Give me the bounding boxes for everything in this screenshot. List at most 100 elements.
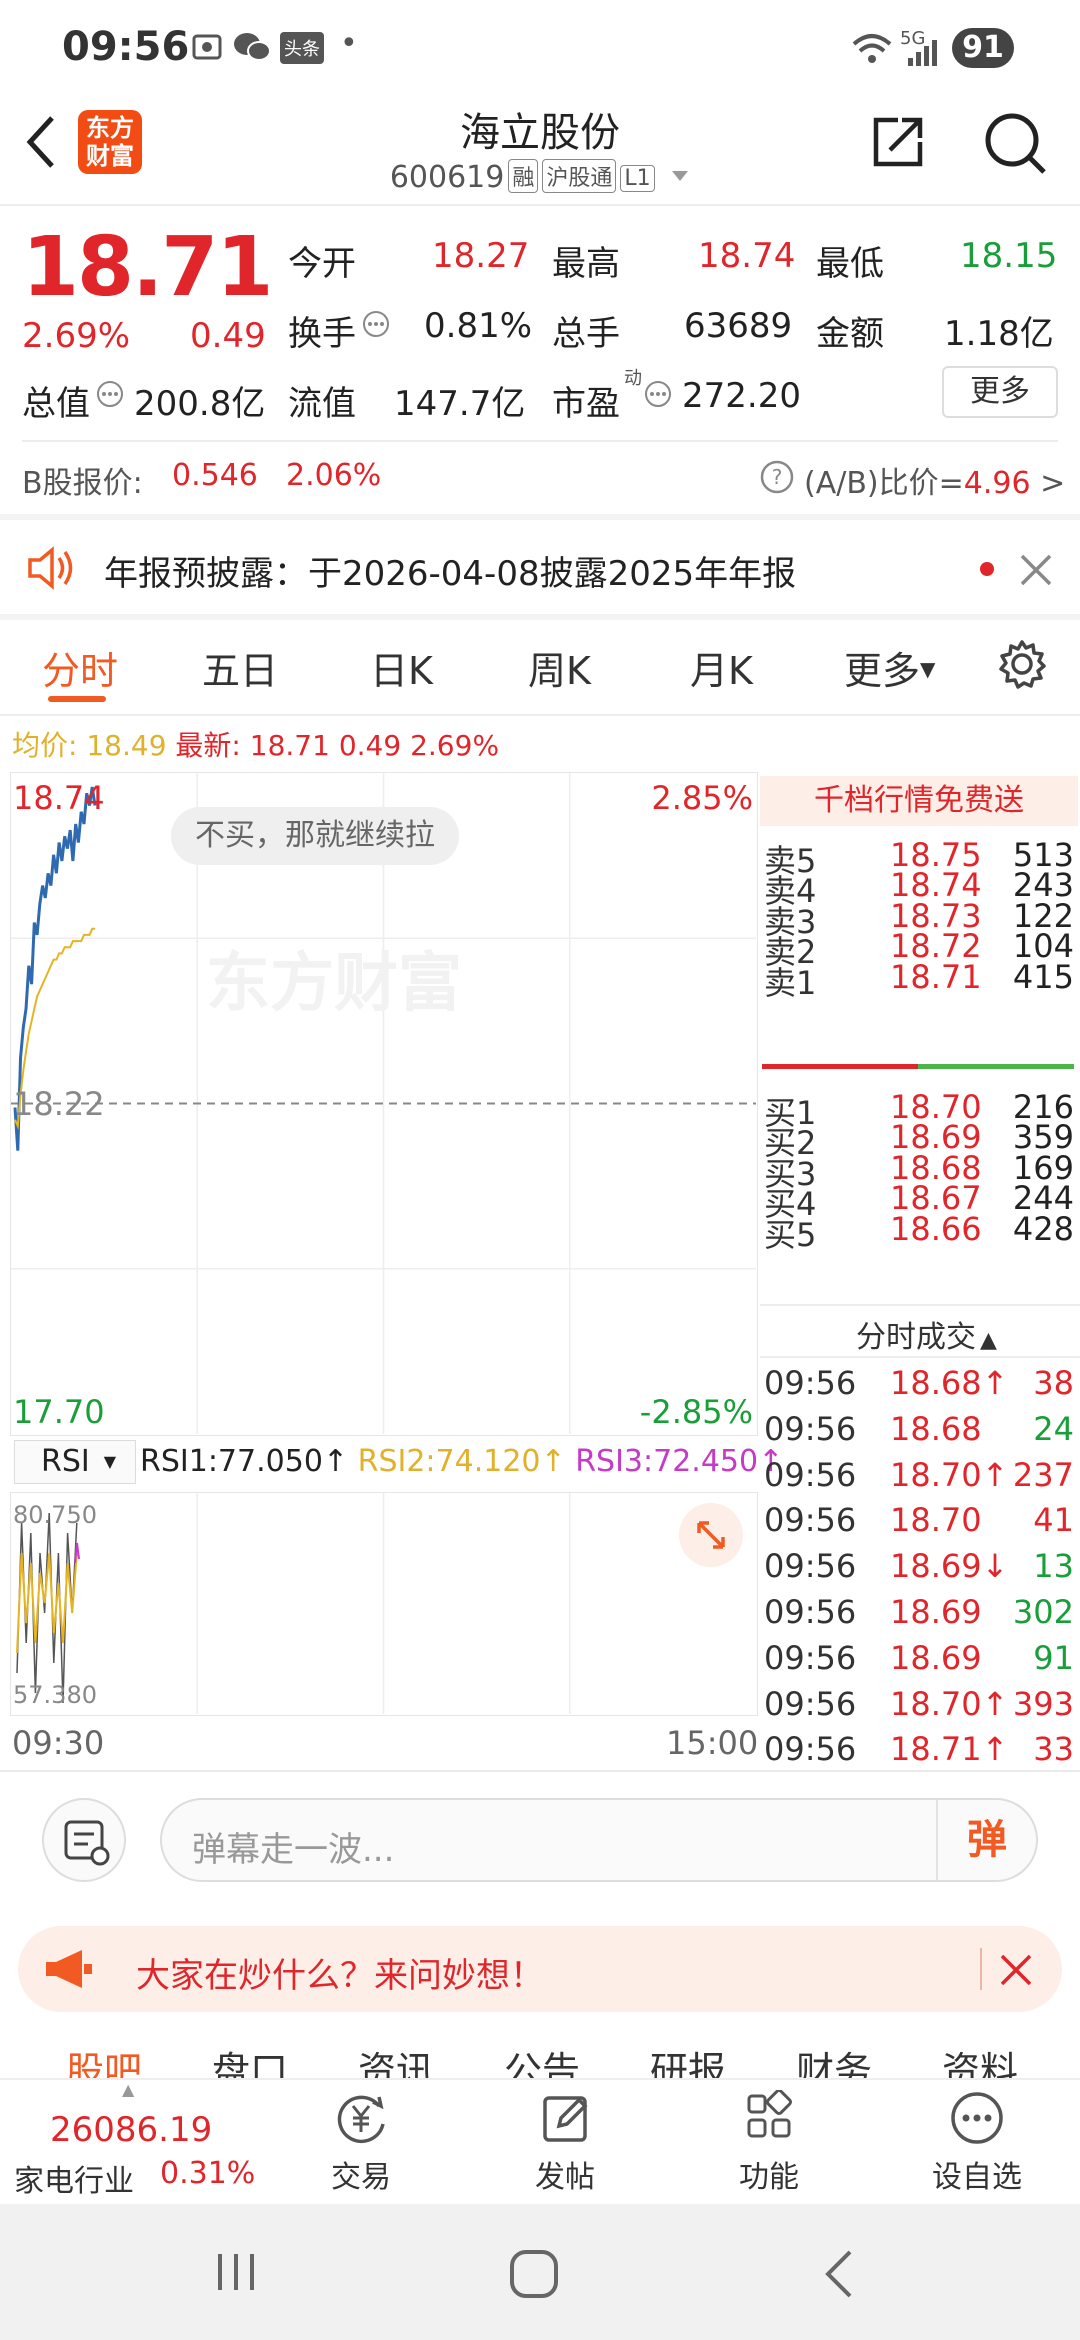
danmaku-settings-icon[interactable] — [42, 1798, 126, 1882]
section-gap — [0, 614, 1080, 620]
tick-price: 18.70↑ — [890, 1455, 1009, 1494]
tick-time: 09:56 — [764, 1593, 857, 1631]
ask-row[interactable]: 卖5 18.75 513 — [764, 836, 1074, 880]
promo-text: 大家在炒什么？来问妙想！ — [136, 1956, 544, 1996]
index-value: 26086.19 — [50, 2110, 213, 2150]
sub-tab[interactable]: 股吧 — [66, 2040, 142, 2078]
bshare-label: B股报价: — [22, 466, 143, 501]
ab-ratio-arrow: > — [1040, 466, 1066, 501]
level1000-promo[interactable]: 千档行情免费送 — [760, 776, 1078, 826]
screenshot-icon — [190, 30, 224, 71]
bid-level-label: 买5 — [764, 1215, 817, 1254]
avg-label: 均价: — [12, 729, 78, 762]
tick-row: 09:56 18.69 302 — [764, 1593, 1074, 1633]
megaphone-icon — [42, 1946, 94, 1996]
home-icon[interactable] — [508, 2248, 560, 2304]
close-icon[interactable] — [998, 1952, 1034, 1992]
pct-top-label: 2.85% — [651, 779, 753, 817]
turnover-value: 0.81% — [424, 306, 533, 346]
chart-watermark: 东方财富 — [206, 947, 462, 1019]
sub-tab[interactable]: 财务 — [796, 2040, 872, 2078]
tick-volume: 41 — [1033, 1501, 1074, 1540]
bid-row[interactable]: 买2 18.69 359 — [764, 1118, 1074, 1162]
expand-icon[interactable] — [679, 1503, 743, 1567]
caret-down-icon: ▼ — [920, 657, 936, 681]
tab-daily-k[interactable]: 日K — [370, 640, 433, 695]
tab-more[interactable]: 更多▼ — [844, 640, 935, 695]
ab-ratio[interactable]: (A/B)比价=4.96 > — [804, 458, 1065, 502]
tick-time: 09:56 — [764, 1684, 857, 1723]
share-icon[interactable] — [868, 112, 928, 176]
help-icon[interactable]: ? — [760, 460, 794, 498]
svg-text:?: ? — [772, 465, 783, 489]
ask-row[interactable]: 卖3 18.73 122 — [764, 897, 1074, 941]
bid-row[interactable]: 买5 18.66 428 — [764, 1210, 1074, 1254]
volume-value: 63689 — [684, 306, 793, 346]
yen-cycle-icon — [337, 2095, 385, 2144]
high-value: 18.74 — [698, 236, 796, 276]
info-dots-icon[interactable] — [96, 380, 124, 412]
latest-value: 18.71 — [249, 729, 330, 762]
tick-price: 18.71↑ — [890, 1730, 1009, 1769]
sub-tab[interactable]: 资料 — [942, 2040, 1018, 2078]
sub-tab[interactable]: 资讯 — [358, 2040, 434, 2078]
grid-apps-icon — [747, 2090, 792, 2138]
trade-button[interactable]: 交易 — [296, 2080, 426, 2196]
add-watchlist-button[interactable]: 设自选 — [912, 2080, 1042, 2196]
tick-price: 18.69 — [890, 1593, 982, 1631]
functions-button[interactable]: 功能 — [704, 2080, 834, 2196]
close-icon[interactable] — [1018, 552, 1054, 592]
info-dots-icon[interactable] — [644, 380, 672, 412]
rsi-chart[interactable]: 80.750 57.380 — [10, 1492, 758, 1716]
tick-row: 09:56 18.68 24 — [764, 1410, 1074, 1450]
tick-price: 18.70 — [890, 1501, 982, 1540]
tab-intraday[interactable]: 分时 — [42, 640, 118, 695]
bid-row[interactable]: 买3 18.68 169 — [764, 1149, 1074, 1193]
tab-weekly-k[interactable]: 周K — [528, 640, 591, 695]
settings-gear-icon[interactable] — [996, 638, 1048, 694]
tag-margin: 融 — [508, 159, 539, 193]
wifi-icon — [850, 30, 894, 73]
ask-level-label: 卖1 — [764, 963, 817, 1002]
app-root: 09:56 头条 • 5G 91 东方 财富 海立股份 600619 融沪股通 L1 … — [0, 0, 1080, 2340]
tick-volume: 13 — [1033, 1547, 1074, 1586]
caret-down-icon: ▼ — [103, 1452, 117, 1471]
tab-5day[interactable]: 五日 — [202, 640, 278, 695]
notice-bar[interactable]: 年报预披露：于2026-04-08披露2025年年报 — [0, 520, 1080, 616]
functions-label: 功能 — [739, 2160, 799, 2195]
ticks-title[interactable]: 分时成交 ▲ — [856, 1312, 997, 1356]
bottom-toolbar: ▲ 26086.19 家电行业 0.31% 交易 发帖 功能 设自选 — [0, 2078, 1080, 2204]
more-button[interactable]: 更多 — [942, 366, 1058, 418]
orderbook-divider — [760, 1304, 1080, 1306]
rsi3-value: RSI3:72.450 — [575, 1444, 759, 1479]
sub-tab[interactable]: 公告 — [504, 2040, 580, 2078]
ask-row[interactable]: 卖2 18.72 104 — [764, 927, 1074, 971]
sub-tab[interactable]: 盘口 — [212, 2040, 288, 2078]
turnover-label: 换手 — [288, 314, 356, 354]
header-divider — [0, 204, 1080, 206]
info-dots-icon[interactable] — [362, 310, 390, 342]
post-button[interactable]: 发帖 — [500, 2080, 630, 2196]
intraday-chart[interactable]: 东方财富 不买，那就继续拉 18.74 18.22 17.70 2.85% -2… — [10, 772, 758, 1436]
ask-row[interactable]: 卖4 18.74 243 — [764, 866, 1074, 910]
tab-monthly-k[interactable]: 月K — [690, 640, 753, 695]
bid-row[interactable]: 买4 18.67 244 — [764, 1179, 1074, 1223]
danmaku-send-button[interactable]: 弹 — [936, 1800, 1036, 1880]
search-icon[interactable] — [982, 110, 1048, 180]
bid-row[interactable]: 买1 18.70 216 — [764, 1088, 1074, 1132]
change-pct: 2.69% — [22, 316, 131, 356]
recent-apps-icon[interactable] — [212, 2248, 260, 2300]
ask-miaoxiang-banner[interactable]: 大家在炒什么？来问妙想！ — [18, 1926, 1062, 2012]
ab-ratio-label: (A/B)比价= — [804, 466, 964, 501]
battery-indicator: 91 — [952, 28, 1014, 68]
wechat-icon — [232, 30, 272, 71]
sub-tab[interactable]: 研报 — [650, 2040, 726, 2078]
danmaku-input[interactable]: 弹幕走一波... 弹 — [160, 1798, 1038, 1882]
ask-row[interactable]: 卖1 18.71 415 — [764, 958, 1074, 1002]
tick-row: 09:56 18.69 91 — [764, 1639, 1074, 1679]
back-nav-icon[interactable] — [820, 2248, 860, 2304]
bid-price: 18.66 — [890, 1209, 982, 1248]
rsi-selector[interactable]: RSI ▼ — [14, 1440, 136, 1484]
tag-level: L1 — [620, 165, 655, 192]
latest-change: 0.49 — [338, 729, 402, 762]
